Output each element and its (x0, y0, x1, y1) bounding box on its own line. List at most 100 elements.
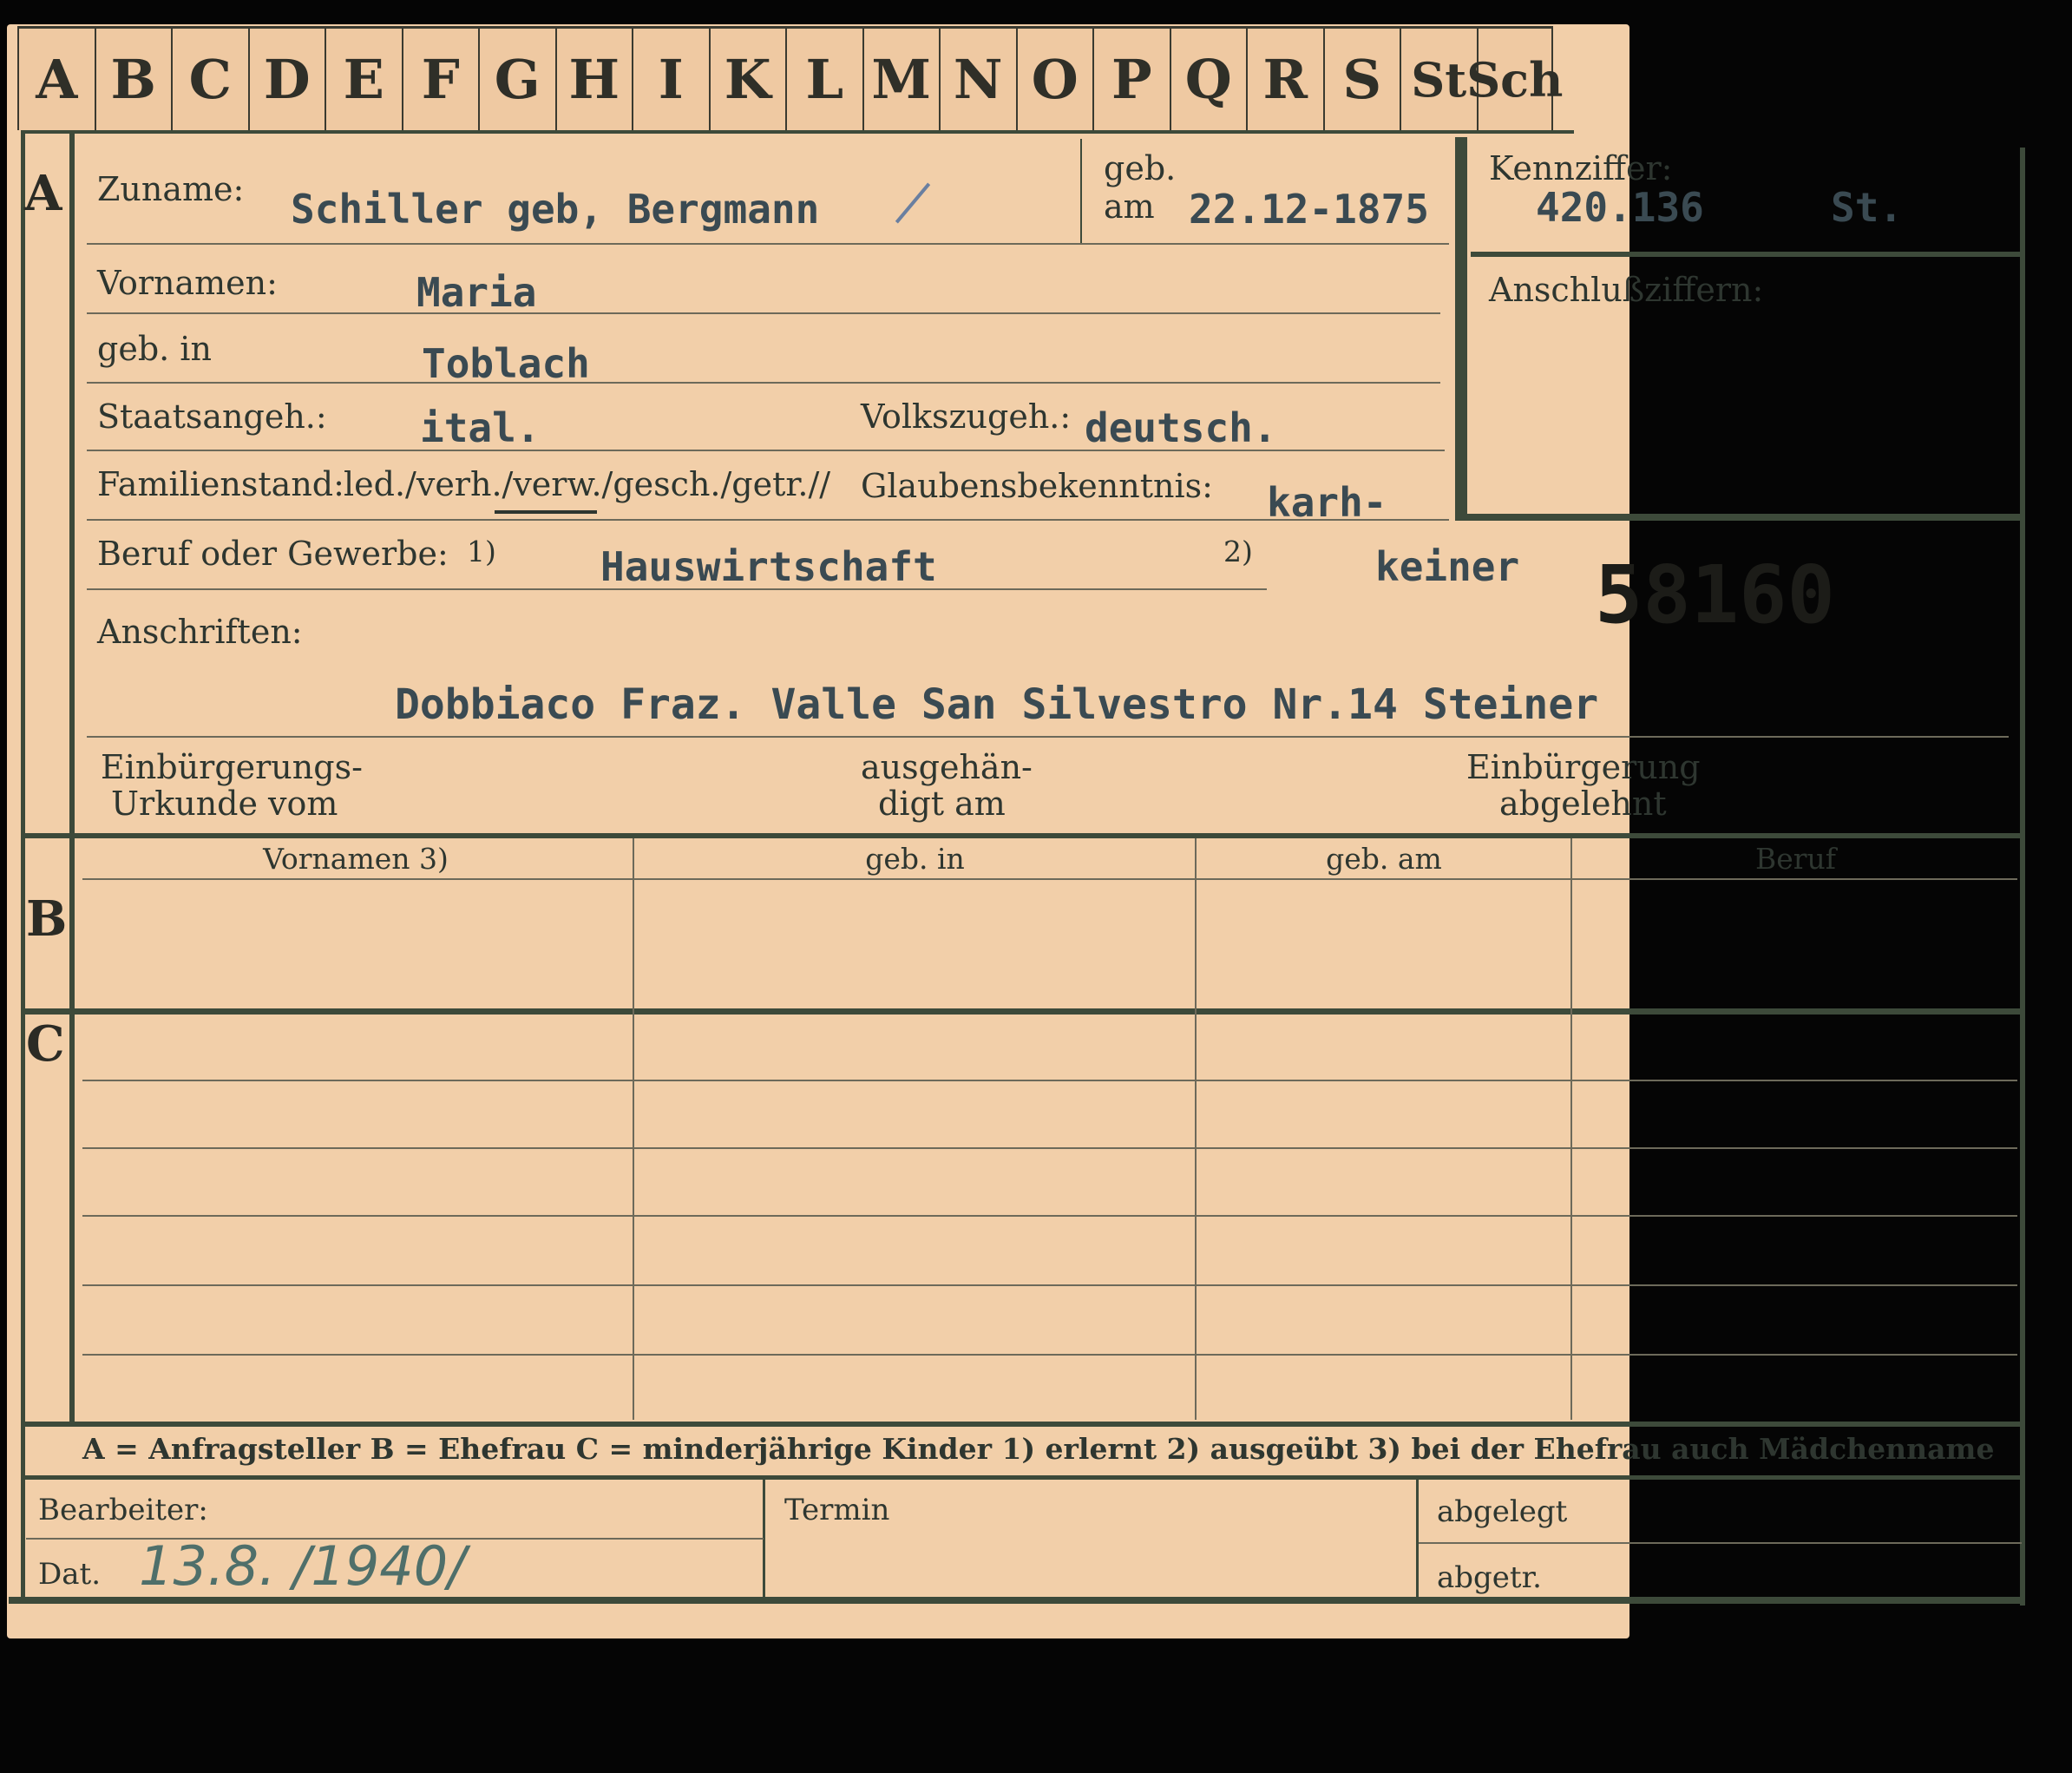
section-b-top-rule (21, 833, 2025, 838)
filed-label: abgelegt (1437, 1494, 1568, 1529)
col-head-occupation: Beruf (1754, 842, 1837, 876)
surname-label: Zuname: (97, 170, 245, 208)
section-c-row-rule (82, 1080, 2017, 1081)
alphabet-tab-n[interactable]: N (939, 26, 1016, 130)
ethnicity-value: deutsch. (1085, 404, 1277, 451)
date-handwritten-value: 13.8. /1940/ (139, 1534, 467, 1598)
occupation-value-1: Hauswirtschaft (600, 543, 937, 590)
deadline-label: Termin (784, 1493, 890, 1527)
alphabet-tab-f[interactable]: F (401, 26, 478, 130)
occupation-value-2: keiner (1375, 543, 1520, 590)
bottom-border (9, 1597, 2025, 1604)
rule-citizenship (87, 450, 1445, 451)
rule-address (87, 736, 2009, 738)
section-c-letter: C (26, 1015, 65, 1073)
alphabet-tab-l[interactable]: L (785, 26, 862, 130)
marital-status-label: Familienstand: (97, 465, 344, 503)
alphabet-tab-p[interactable]: P (1092, 26, 1170, 130)
sent-label: abgetr. (1437, 1560, 1542, 1595)
birth-label-am: am (1104, 187, 1155, 226)
id-value: 420.136 (1536, 184, 1704, 231)
occupation-footnote-2: 2) (1223, 535, 1253, 568)
left-border (21, 130, 25, 1597)
alphabet-tab-st[interactable]: St (1400, 26, 1477, 130)
id-label: Kennziffer: (1489, 149, 1673, 187)
marital-underline (495, 510, 597, 514)
col-head-birthdate: geb. am (1326, 842, 1442, 876)
col-head-first-names: Vornamen 3) (263, 842, 449, 876)
id-box-left-border (1455, 137, 1467, 521)
alphabet-tab-h[interactable]: H (554, 26, 632, 130)
date-label: Dat. (38, 1557, 102, 1592)
section-b-header-rule (82, 878, 2017, 880)
case-number-stamp: 58160 (1595, 548, 1835, 641)
rule-birthplace (87, 382, 1440, 384)
citizenship-value: ital. (420, 404, 541, 451)
section-c-top-rule (21, 1008, 2025, 1015)
occupation-label: Beruf oder Gewerbe: (97, 535, 449, 573)
rejected-label-2: abgelehnt (1499, 785, 1667, 823)
section-a-letter: A (24, 165, 62, 222)
tab-strip-bottom-rule (21, 130, 1574, 134)
rule-marital (87, 519, 1449, 521)
citizenship-label: Staatsangeh.: (97, 397, 327, 436)
alphabet-tab-c[interactable]: C (171, 26, 248, 130)
alphabet-tab-m[interactable]: M (862, 26, 939, 130)
legend-bottom-rule (21, 1475, 2025, 1480)
occupation-footnote-1: 1) (467, 535, 496, 568)
column-divider-3 (1570, 838, 1572, 1420)
section-c-row-rule (82, 1215, 2017, 1217)
rule-occupation (87, 588, 1267, 590)
column-divider-1 (633, 838, 634, 1420)
section-c-row-rule (82, 1284, 2017, 1286)
alphabet-tab-o[interactable]: O (1015, 26, 1092, 130)
alphabet-tab-b[interactable]: B (94, 26, 171, 130)
naturalization-label-1: Einbürgerungs- (101, 748, 363, 786)
delivered-label-1: ausgehän- (861, 748, 1033, 786)
birth-label-geb: geb. (1104, 149, 1177, 187)
alphabet-tab-i[interactable]: I (632, 26, 709, 130)
col-head-birthplace: geb. in (865, 842, 965, 876)
id-box-bottom-border (1466, 514, 2022, 521)
ethnicity-label: Volkszugeh.: (861, 397, 1072, 436)
address-value: Dobbiaco Fraz. Valle San Silvestro Nr.14… (395, 680, 1599, 729)
birthplace-label: geb. in (97, 330, 212, 368)
alphabet-tab-s[interactable]: S (1322, 26, 1400, 130)
birthdate-divider (1080, 139, 1082, 243)
alphabet-tab-e[interactable]: E (325, 26, 402, 130)
section-b-letter: B (26, 890, 68, 948)
right-border (2020, 148, 2025, 1606)
marital-status-value: led./verh./verw./gesch./getr.// (344, 465, 831, 503)
addresses-label: Anschriften: (97, 613, 303, 651)
rule-surname (87, 243, 1449, 245)
surname-value: Schiller geb, Bergmann (291, 186, 820, 233)
religion-label: Glaubensbekenntnis: (861, 467, 1213, 505)
birth-date-value: 22.12-1875 (1189, 186, 1429, 233)
id-suffix: St. (1831, 184, 1904, 231)
rejected-label-1: Einbürgerung (1466, 748, 1701, 786)
clerk-label: Bearbeiter: (38, 1493, 208, 1527)
section-c-row-rule (82, 1147, 2017, 1149)
legend-text: A = Anfragsteller B = Ehefrau C = minder… (82, 1432, 1995, 1466)
delivered-label-2: digt am (878, 785, 1006, 823)
alphabet-tab-q[interactable]: Q (1169, 26, 1246, 130)
legend-top-rule (21, 1422, 2025, 1427)
alphabet-tab-sch[interactable]: Sch (1466, 26, 1563, 130)
id-box-rule (1471, 252, 2022, 257)
alphabet-tab-d[interactable]: D (247, 26, 325, 130)
linked-numbers-label: Anschlußziffern: (1489, 271, 1764, 309)
alphabet-tab-r[interactable]: R (1246, 26, 1323, 130)
first-names-value: Maria (416, 269, 537, 316)
footer-divider-2 (1416, 1480, 1419, 1599)
naturalization-label-2: Urkunde vom (111, 785, 338, 823)
alphabet-tab-k[interactable]: K (708, 26, 785, 130)
birthplace-value: Toblach (422, 340, 590, 387)
alphabet-tab-g[interactable]: G (478, 26, 555, 130)
first-names-label: Vornamen: (97, 264, 278, 302)
section-c-row-rule (82, 1354, 2017, 1356)
section-divider-vertical (69, 130, 75, 1423)
column-divider-2 (1195, 838, 1197, 1420)
rule-first-names (87, 312, 1440, 314)
footer-rule-right (1419, 1542, 2022, 1544)
alphabet-tab-a[interactable]: A (17, 26, 95, 130)
